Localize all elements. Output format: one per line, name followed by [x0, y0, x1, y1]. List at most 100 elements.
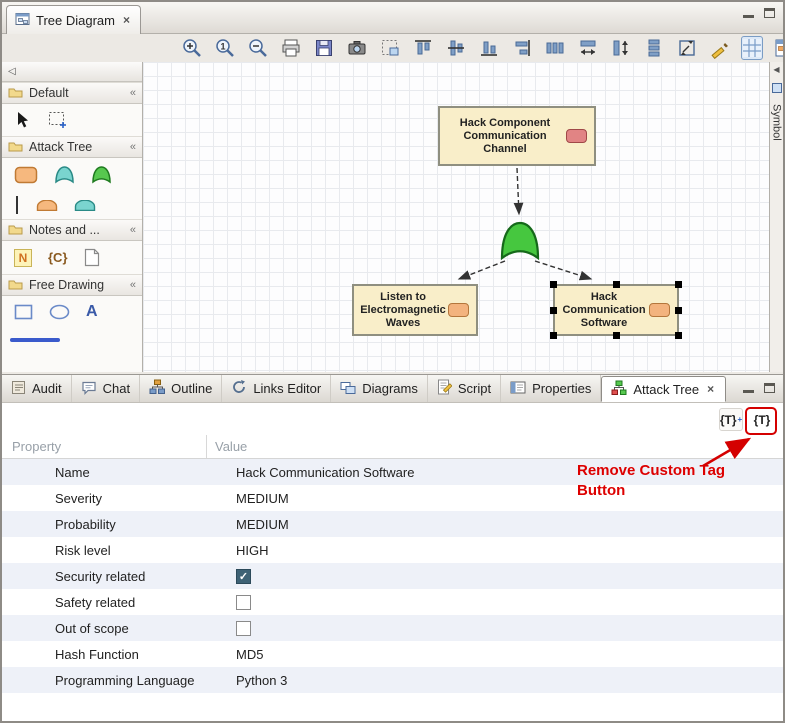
table-row[interactable]: Hash Function MD5 — [2, 641, 783, 667]
node-label: Hack Communication Software — [562, 291, 645, 330]
rectangle-tool-icon[interactable] — [14, 304, 33, 320]
minimize-icon[interactable] — [743, 9, 754, 18]
selection-handle[interactable] — [550, 307, 557, 314]
tab-outline[interactable]: Outline — [140, 375, 222, 402]
document-tool-icon[interactable] — [84, 248, 100, 267]
save-icon[interactable] — [312, 36, 336, 60]
tab-script[interactable]: Script — [428, 375, 501, 402]
align-top-icon[interactable] — [411, 36, 435, 60]
close-icon[interactable]: × — [121, 13, 132, 27]
selection-handle[interactable] — [550, 281, 557, 288]
collapse-section-icon[interactable]: « — [130, 224, 136, 236]
selection-handle[interactable] — [613, 281, 620, 288]
palette: ◁ Default « Attack Tree « Notes and ... … — [2, 62, 143, 372]
symbol-panel-strip: ◀ Symbol — [769, 62, 783, 372]
out-of-scope-checkbox[interactable] — [236, 621, 251, 636]
orange-shape-tool-icon[interactable] — [36, 200, 58, 211]
palette-section-default[interactable]: Default « — [2, 82, 142, 104]
section-label: Default — [29, 86, 124, 100]
palette-section-notes[interactable]: Notes and ... « — [2, 219, 142, 241]
table-row[interactable]: Security related ✓ — [2, 563, 783, 589]
tab-links-editor[interactable]: Links Editor — [222, 375, 331, 402]
editor-tab-bar: Tree Diagram × — [2, 2, 783, 34]
security-related-checkbox[interactable]: ✓ — [236, 569, 251, 584]
tab-audit[interactable]: Audit — [2, 375, 72, 402]
maximize-icon[interactable] — [764, 8, 775, 18]
selection-handle[interactable] — [675, 307, 682, 314]
table-row[interactable]: Programming Language Python 3 — [2, 667, 783, 693]
table-row[interactable]: Probability MEDIUM — [2, 511, 783, 537]
palette-section-free-drawing[interactable]: Free Drawing « — [2, 274, 142, 296]
chat-icon — [81, 380, 97, 398]
node-badge — [566, 129, 587, 143]
node-listen-waves[interactable]: Listen to Electromagnetic Waves — [352, 284, 478, 336]
constraint-tool-icon[interactable]: {C} — [48, 250, 68, 265]
note-tool-icon[interactable]: N — [14, 249, 32, 267]
script-icon — [437, 379, 452, 398]
collapse-palette-icon[interactable]: ◁ — [8, 66, 16, 77]
node-hack-component[interactable]: Hack Component Communication Channel — [438, 106, 596, 166]
tab-attack-tree[interactable]: Attack Tree × — [601, 376, 726, 402]
symbol-palette-icon[interactable] — [772, 36, 785, 60]
table-row[interactable]: Safety related — [2, 589, 783, 615]
diagrams-icon — [340, 380, 356, 398]
line-tool-icon[interactable] — [10, 338, 60, 342]
palette-section-attack-tree[interactable]: Attack Tree « — [2, 136, 142, 158]
connector-tool-icon[interactable] — [14, 195, 20, 215]
close-icon[interactable]: × — [705, 382, 716, 396]
node-hack-comm-software[interactable]: Hack Communication Software — [553, 284, 679, 336]
decorate-icon[interactable] — [708, 36, 732, 60]
selection-handle[interactable] — [675, 281, 682, 288]
text-tool-icon[interactable]: A — [86, 303, 98, 321]
selection-handle[interactable] — [675, 332, 682, 339]
distribute-vertical-icon[interactable] — [642, 36, 666, 60]
table-row[interactable]: Risk level HIGH — [2, 537, 783, 563]
zoom-out-icon[interactable] — [246, 36, 270, 60]
tab-diagrams[interactable]: Diagrams — [331, 375, 428, 402]
or-gate[interactable] — [499, 220, 541, 267]
distribute-horizontal-icon[interactable] — [543, 36, 567, 60]
selection-handle[interactable] — [550, 332, 557, 339]
camera-icon[interactable] — [345, 36, 369, 60]
match-height-icon[interactable] — [609, 36, 633, 60]
grid-icon[interactable] — [741, 36, 763, 60]
diagram-canvas[interactable]: Hack Component Communication Channel Lis… — [143, 62, 769, 372]
section-label: Notes and ... — [29, 223, 124, 237]
symbol-panel-label[interactable]: Symbol — [771, 104, 783, 141]
marquee-tool-icon[interactable] — [48, 111, 68, 129]
collapse-section-icon[interactable]: « — [130, 279, 136, 291]
zoom-in-icon[interactable] — [180, 36, 204, 60]
align-middle-icon[interactable] — [444, 36, 468, 60]
folder-icon — [8, 140, 23, 155]
expand-symbol-panel-icon[interactable]: ◀ — [773, 65, 779, 74]
safety-related-checkbox[interactable] — [236, 595, 251, 610]
match-width-icon[interactable] — [576, 36, 600, 60]
tab-properties[interactable]: Properties — [501, 375, 601, 402]
tab-tree-diagram[interactable]: Tree Diagram × — [6, 5, 141, 34]
table-row[interactable]: Out of scope — [2, 615, 783, 641]
align-bottom-icon[interactable] — [477, 36, 501, 60]
main-toolbar: 1 — [2, 34, 783, 62]
auto-resize-icon[interactable] — [675, 36, 699, 60]
node-badge — [448, 303, 469, 317]
print-icon[interactable] — [279, 36, 303, 60]
or-gate-tool-icon[interactable] — [91, 165, 112, 184]
collapse-section-icon[interactable]: « — [130, 141, 136, 153]
select-tool-icon[interactable] — [14, 111, 32, 129]
selection-handle[interactable] — [613, 332, 620, 339]
export-selection-icon[interactable] — [378, 36, 402, 60]
ellipse-tool-icon[interactable] — [49, 304, 70, 320]
tab-chat[interactable]: Chat — [72, 375, 140, 402]
node-label: Hack Component Communication Channel — [448, 117, 562, 156]
bottom-tab-bar: Audit Chat Outline Links Editor Diagrams… — [2, 375, 783, 403]
node-tool-icon[interactable] — [14, 166, 38, 184]
minimize-icon[interactable] — [743, 384, 754, 393]
cyan-shape-tool-icon[interactable] — [74, 200, 96, 211]
svg-text:1: 1 — [220, 42, 225, 52]
align-right-icon[interactable] — [510, 36, 534, 60]
links-editor-icon — [231, 379, 247, 398]
collapse-section-icon[interactable]: « — [130, 87, 136, 99]
maximize-icon[interactable] — [764, 383, 775, 393]
zoom-original-icon[interactable]: 1 — [213, 36, 237, 60]
and-gate-tool-icon[interactable] — [54, 165, 75, 184]
